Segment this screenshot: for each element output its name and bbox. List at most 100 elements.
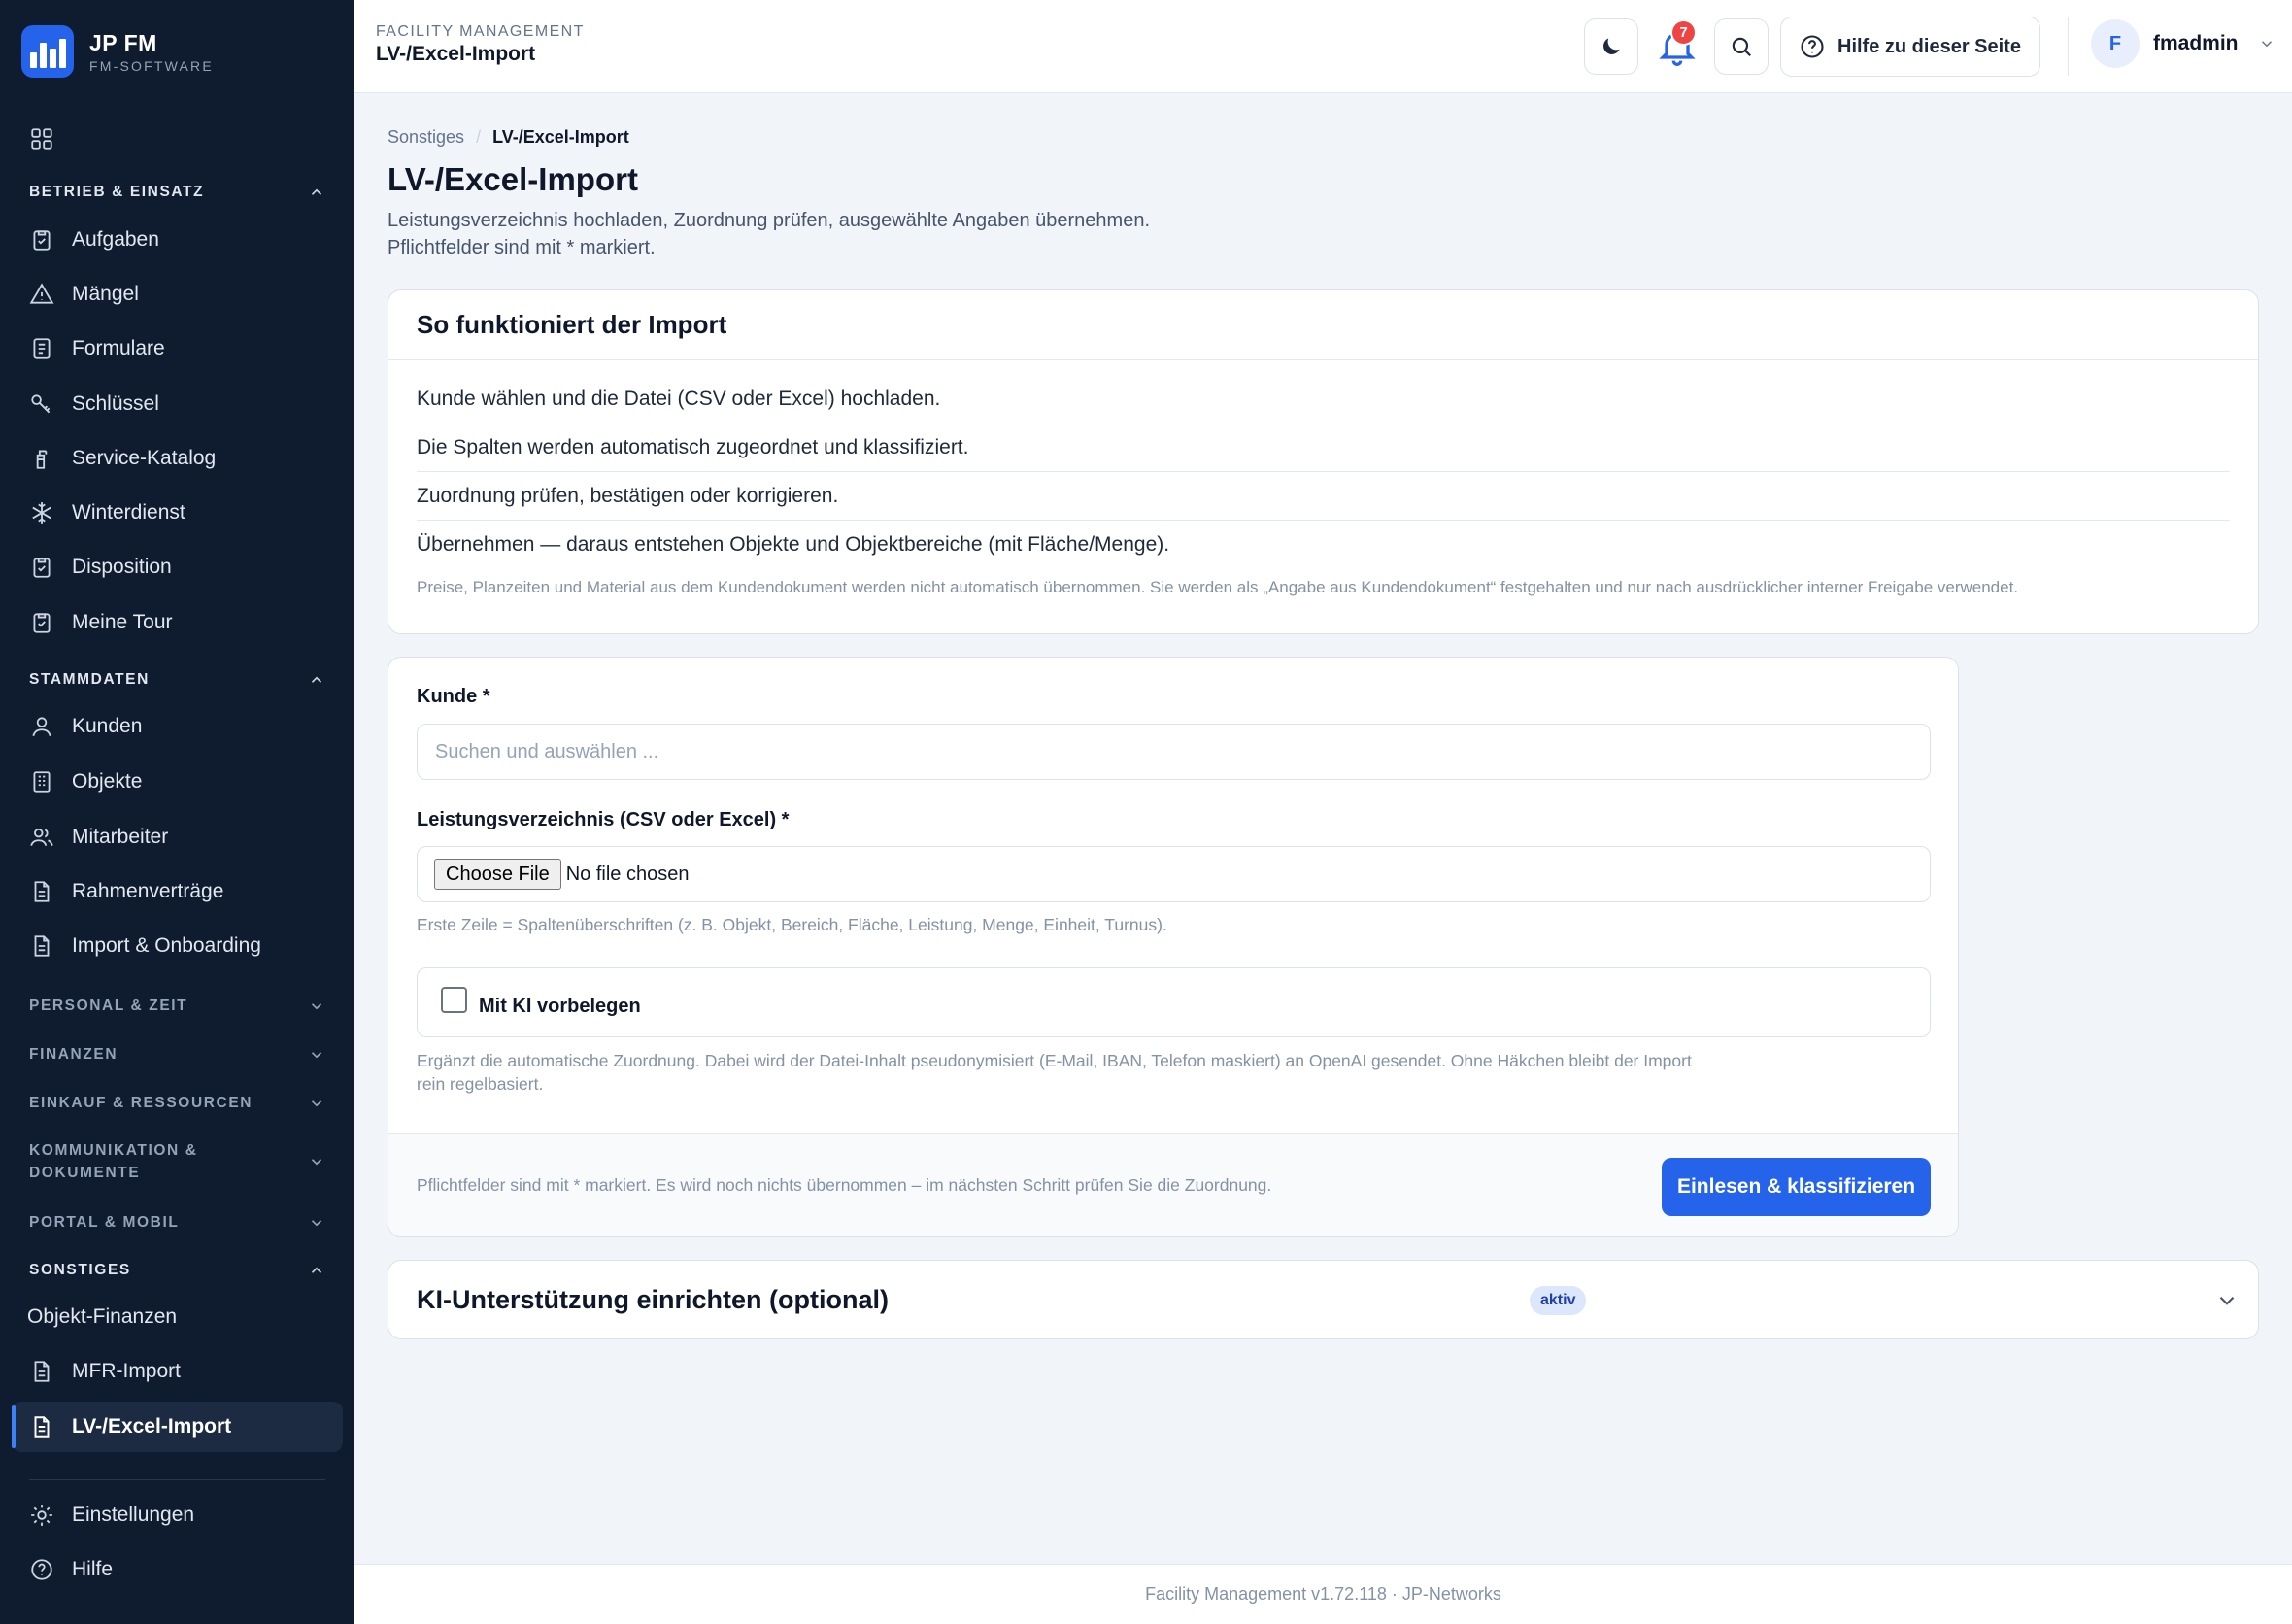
sidebar-item-rahmenvertraege[interactable]: Rahmenverträge (12, 866, 343, 917)
sidebar-item-hilfe[interactable]: Hilfe (12, 1544, 343, 1595)
sidebar-item-mitarbeiter[interactable]: Mitarbeiter (12, 812, 343, 863)
user-name: fmadmin (2153, 32, 2239, 54)
chevron-up-icon (311, 188, 322, 195)
section-betrieb[interactable]: BETRIEB & EINSATZ (29, 181, 325, 203)
ki-hint: Ergänzt die automatische Zuordnung. Dabe… (417, 1049, 1692, 1096)
chevron-up-icon (311, 1267, 322, 1273)
clipboard-check-icon (33, 230, 51, 251)
sidebar-item-objekt-finanzen[interactable]: Objekt-Finanzen (12, 1292, 343, 1342)
sidebar-item-aufgaben[interactable]: Aufgaben (12, 215, 343, 265)
sidebar-item-dashboard[interactable] (12, 114, 343, 164)
how-step-3: Zuordnung prüfen, bestätigen oder korrig… (417, 472, 2230, 521)
sidebar-item-formulare[interactable]: Formulare (12, 323, 343, 374)
how-it-works-note: Preise, Planzeiten und Material aus dem … (417, 578, 2019, 596)
section-sonstiges[interactable]: SONSTIGES (29, 1259, 325, 1281)
search-button[interactable] (1714, 18, 1769, 75)
kunde-search-input[interactable] (417, 724, 1931, 780)
sidebar-item-schluessel[interactable]: Schlüssel (12, 379, 343, 429)
kunde-label: Kunde * (417, 686, 490, 707)
sidebar-item-label: Einstellungen (72, 1504, 195, 1526)
sidebar-item-label: Rahmenverträge (72, 880, 224, 902)
user-icon (32, 717, 51, 737)
section-label: EINKAUF & RESSOURCEN (29, 1095, 253, 1111)
section-kommunikation[interactable]: KOMMUNIKATION & DOKUMENTE (29, 1139, 325, 1184)
section-label-line-2: DOKUMENTE (29, 1165, 141, 1181)
sidebar-item-label: Service-Katalog (72, 447, 217, 469)
ki-prefill-checkbox[interactable] (441, 986, 467, 1013)
chevron-down-icon (311, 1159, 322, 1166)
sidebar-item-import-onboarding[interactable]: Import & Onboarding (12, 921, 343, 971)
sidebar-divider (29, 1479, 325, 1480)
ki-setup-accordion[interactable]: KI-Unterstützung einrichten (optional) a… (388, 1260, 2259, 1339)
page-help-label: Hilfe zu dieser Seite (1837, 35, 2021, 57)
sidebar-item-einstellungen[interactable]: Einstellungen (12, 1490, 343, 1540)
read-and-classify-button[interactable]: Einlesen & klassifizieren (1662, 1158, 1931, 1216)
sidebar-item-label: Hilfe (72, 1558, 114, 1580)
page-help-button[interactable]: Hilfe zu dieser Seite (1780, 17, 2040, 77)
moon-icon (1603, 38, 1620, 54)
sidebar-item-label: MFR-Import (72, 1360, 181, 1382)
sidebar-item-label: Import & Onboarding (72, 934, 261, 957)
document-icon (34, 935, 50, 957)
app-footer: Facility Management v1.72.118 · JP-Netwo… (354, 1564, 2292, 1624)
warning-icon (29, 283, 54, 304)
how-it-works-title: So funktioniert der Import (388, 290, 2258, 360)
sidebar-item-objekte[interactable]: Objekte (12, 757, 343, 807)
snowflake-icon (32, 502, 51, 524)
help-circle-icon (31, 1559, 52, 1580)
sidebar-item-winterdienst[interactable]: Winterdienst (12, 488, 343, 538)
section-portal[interactable]: PORTAL & MOBIL (29, 1211, 325, 1234)
sidebar-item-label: Meine Tour (72, 611, 173, 633)
sidebar-item-meine-tour[interactable]: Meine Tour (12, 597, 343, 648)
form-icon (33, 338, 51, 359)
key-icon (31, 394, 51, 414)
choose-file-button[interactable]: Choose File (434, 859, 561, 890)
lv-file-input[interactable]: Choose File No file chosen (417, 846, 1931, 902)
user-menu[interactable]: F fmadmin (2091, 19, 2275, 68)
building-icon (33, 771, 51, 793)
breadcrumb-separator: / (476, 127, 482, 147)
chevron-down-icon (311, 1100, 322, 1106)
brand[interactable]: JP FM FM-SOFTWARE (21, 25, 214, 78)
clipboard-check-icon (33, 558, 51, 578)
lv-file-label: Leistungsverzeichnis (CSV oder Excel) * (417, 809, 790, 830)
ki-prefill-label[interactable]: Mit KI vorbelegen (479, 996, 641, 1018)
chevron-down-icon (311, 1051, 322, 1058)
sidebar-item-label: Mitarbeiter (72, 826, 169, 848)
sidebar-item-lv-import[interactable]: LV-/Excel-Import (12, 1402, 343, 1452)
section-finanzen[interactable]: FINANZEN (29, 1043, 325, 1066)
how-step-4: Übernehmen — daraus entstehen Objekte un… (417, 533, 1170, 556)
ki-setup-title: KI-Unterstützung einrichten (optional) (417, 1284, 889, 1314)
sidebar-item-maengel[interactable]: Mängel (12, 269, 343, 320)
section-label-line-1: KOMMUNIKATION & (29, 1142, 198, 1159)
sidebar-item-service-katalog[interactable]: Service-Katalog (12, 433, 343, 484)
sidebar-item-kunden[interactable]: Kunden (12, 701, 343, 752)
file-hint: Erste Zeile = Spaltenüberschriften (z. B… (417, 915, 1167, 934)
sidebar: JP FM FM-SOFTWARE BETRIEB & EINSATZ Aufg… (0, 0, 354, 1624)
sidebar-item-label: Kunden (72, 715, 143, 737)
how-step-2: Die Spalten werden automatisch zugeordne… (417, 423, 2230, 472)
form-footer-note: Pflichtfelder sind mit * markiert. Es wi… (417, 1175, 1272, 1195)
app-context: FACILITY MANAGEMENT (376, 23, 585, 40)
sidebar-item-label: Aufgaben (72, 228, 159, 251)
sidebar-item-label: Formulare (72, 337, 165, 359)
sidebar-item-disposition[interactable]: Disposition (12, 542, 343, 592)
section-einkauf[interactable]: EINKAUF & RESSOURCEN (29, 1092, 325, 1114)
section-stammdaten[interactable]: STAMMDATEN (29, 668, 325, 691)
section-label: STAMMDATEN (29, 671, 150, 688)
page-title: LV-/Excel-Import (388, 161, 638, 197)
section-personal[interactable]: PERSONAL & ZEIT (29, 995, 325, 1017)
page-description-line-1: Leistungsverzeichnis hochladen, Zuordnun… (388, 210, 1150, 231)
building-logo-icon (21, 25, 74, 78)
page-description-line-2: Pflichtfelder sind mit * markiert. (388, 237, 656, 258)
topbar-title: LV-/Excel-Import (376, 43, 536, 65)
theme-toggle-button[interactable] (1584, 18, 1638, 75)
sidebar-item-label: Winterdienst (72, 501, 185, 524)
chevron-up-icon (311, 676, 322, 683)
sidebar-item-mfr-import[interactable]: MFR-Import (12, 1346, 343, 1397)
breadcrumb-parent-link[interactable]: Sonstiges (388, 127, 464, 148)
ki-prefill-option[interactable]: Mit KI vorbelegen (417, 967, 1931, 1037)
chevron-down-icon (2219, 1296, 2235, 1305)
sidebar-item-label: LV-/Excel-Import (72, 1415, 232, 1438)
status-badge: aktiv (1530, 1286, 1587, 1315)
